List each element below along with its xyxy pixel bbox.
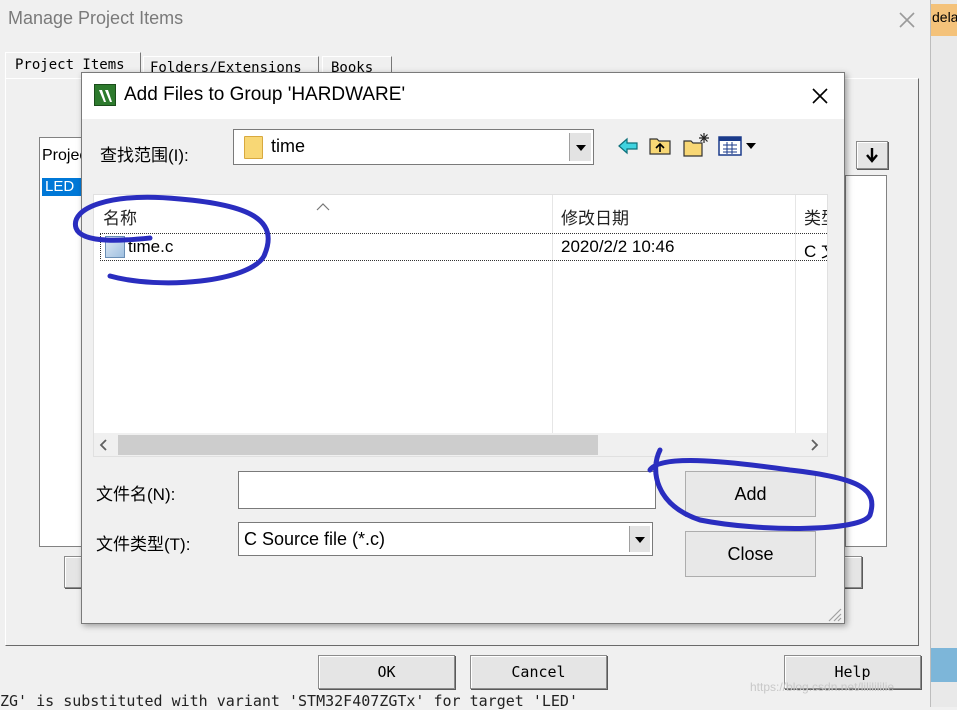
look-in-label: 查找范围(I): — [100, 146, 189, 165]
filename-label: 文件名(N): — [96, 485, 176, 504]
tab-project-items-label: Project Items — [15, 57, 125, 73]
filename-input[interactable] — [238, 471, 656, 509]
look-in-dropdown-arrow[interactable] — [569, 133, 591, 161]
file-list-view[interactable]: 名称 修改日期 类型 time.c 2020/2/2 10:46 C 文 — [93, 194, 828, 457]
look-in-dropdown[interactable]: time — [233, 129, 594, 165]
dialog-title-bar: Add Files to Group 'HARDWARE' — [82, 73, 844, 119]
background-blue-bar — [931, 648, 957, 682]
filetype-dropdown[interactable]: C Source file (*.c) — [238, 522, 653, 556]
scrollbar-thumb[interactable] — [118, 435, 598, 455]
dialog-close-icon[interactable] — [808, 84, 832, 108]
dialog-title: Add Files to Group 'HARDWARE' — [124, 84, 406, 105]
column-header-name[interactable]: 名称 — [103, 204, 137, 229]
scroll-left-icon[interactable] — [96, 437, 112, 453]
file-name: time.c — [128, 237, 174, 256]
column-header-type[interactable]: 类型 — [804, 204, 827, 229]
resize-grip-icon[interactable] — [826, 606, 842, 622]
files-list[interactable] — [845, 175, 887, 547]
chevron-down-icon — [576, 145, 586, 151]
horizontal-scrollbar[interactable] — [94, 433, 827, 456]
filetype-dropdown-arrow[interactable] — [629, 526, 650, 552]
arrow-down-icon — [866, 148, 878, 163]
back-icon[interactable] — [617, 135, 639, 157]
add-button[interactable]: Add — [685, 471, 816, 517]
background-editor-strip: dela — [930, 0, 957, 707]
look-in-value: time — [271, 136, 306, 156]
groups-list-selected[interactable]: LED — [42, 178, 86, 196]
chevron-down-icon — [635, 537, 645, 543]
sort-arrow-icon — [316, 196, 330, 211]
background-tab-label: dela — [931, 4, 957, 36]
app-icon — [94, 84, 116, 106]
file-row[interactable]: time.c 2020/2/2 10:46 C 文 — [100, 233, 827, 261]
c-file-icon — [105, 236, 125, 258]
view-menu-icon[interactable] — [718, 135, 760, 157]
move-down-button[interactable] — [856, 141, 888, 169]
watermark: https://blog.csdn.net/lililililie — [750, 680, 895, 694]
column-header-date[interactable]: 修改日期 — [561, 204, 629, 229]
new-folder-icon[interactable] — [682, 131, 710, 157]
add-files-dialog: Add Files to Group 'HARDWARE' 查找范围(I): t… — [81, 72, 845, 624]
cancel-button[interactable]: Cancel — [470, 655, 607, 689]
scroll-right-icon[interactable] — [806, 437, 822, 453]
filetype-label: 文件类型(T): — [96, 535, 191, 554]
file-type: C 文 — [804, 242, 827, 261]
folder-icon — [244, 136, 263, 159]
up-folder-icon[interactable] — [648, 133, 672, 157]
close-icon[interactable] — [895, 8, 919, 32]
filetype-value: C Source file (*.c) — [244, 529, 386, 549]
ok-button[interactable]: OK — [318, 655, 455, 689]
file-date: 2020/2/2 10:46 — [561, 237, 675, 256]
close-button[interactable]: Close — [685, 531, 816, 577]
status-text: ZG' is substituted with variant 'STM32F4… — [0, 692, 578, 710]
groups-list[interactable]: Projec LED — [39, 137, 87, 547]
outer-window-title: Manage Project Items — [8, 8, 184, 28]
